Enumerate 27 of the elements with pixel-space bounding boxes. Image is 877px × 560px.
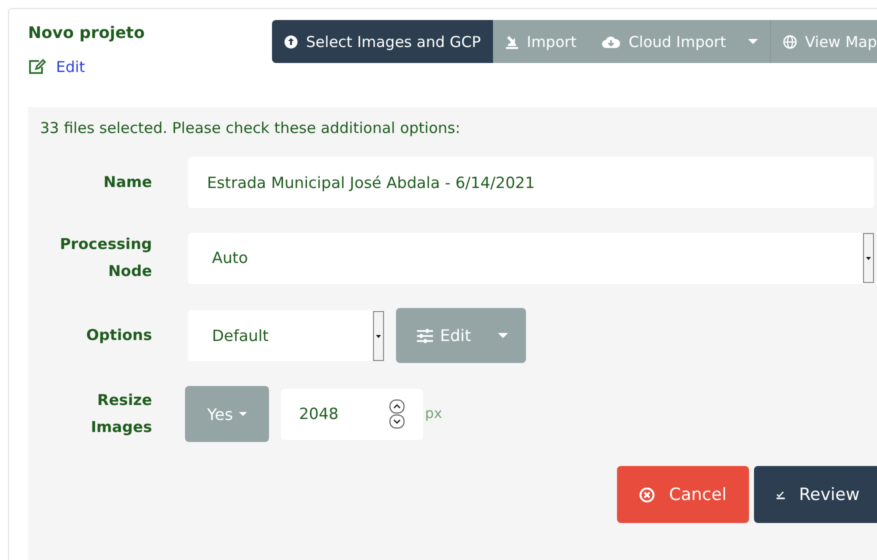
name-input[interactable]: Estrada Municipal José Abdala - 6/14/2021 (188, 157, 874, 208)
dropdown-icon (863, 233, 874, 283)
edit-icon (28, 59, 46, 75)
field-label: Resize Images (90, 390, 152, 438)
tray-icon (504, 34, 519, 48)
unit-label: px (425, 406, 442, 422)
toolbar-button[interactable]: Select Images and GCP (272, 20, 493, 63)
size-input[interactable]: 2048 (281, 388, 423, 440)
caret-icon (498, 332, 508, 338)
action-button[interactable]: Review (754, 466, 877, 523)
processing-node-select[interactable]: Auto (188, 232, 874, 284)
globe-icon (782, 34, 797, 48)
project-title: Novo projeto (28, 23, 146, 42)
caret-icon (238, 412, 247, 416)
edit-link[interactable]: Edit (28, 58, 272, 76)
cloud-icon (600, 34, 621, 48)
cancel-icon (639, 486, 655, 502)
sliders-icon (416, 328, 434, 342)
field-label: Options (85, 325, 152, 346)
upload-icon (284, 34, 298, 48)
dropdown-icon (373, 310, 384, 360)
field-label: Name (102, 172, 152, 193)
spinner-icon (389, 399, 405, 429)
action-button[interactable]: Cancel (617, 466, 749, 523)
selection-message: 33 files selected. Please check these additional options: (40, 119, 462, 137)
options-select[interactable]: Default (188, 310, 384, 361)
field-label: Processing Node (58, 234, 152, 282)
